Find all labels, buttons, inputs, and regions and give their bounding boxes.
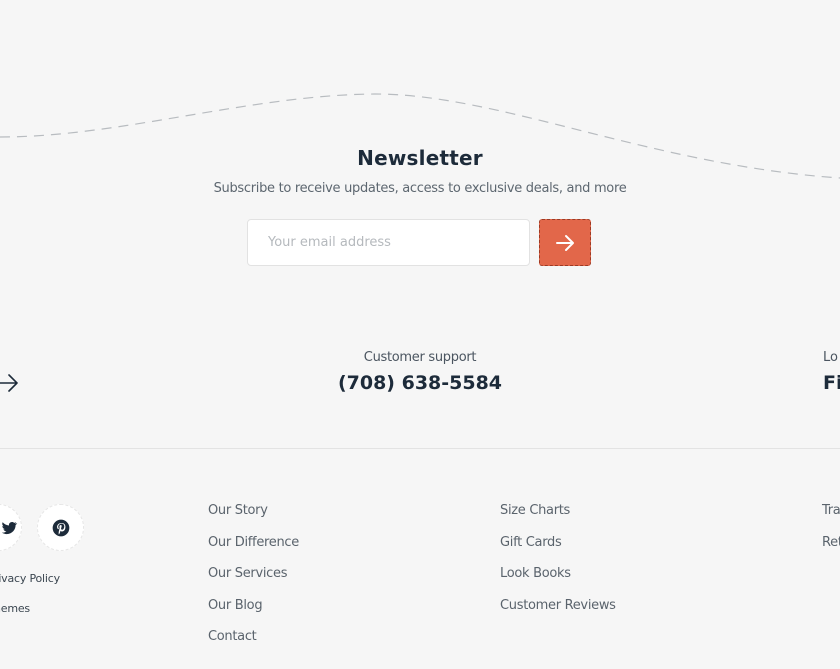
newsletter-subtitle: Subscribe to receive updates, access to … [213,181,627,196]
email-input[interactable] [247,219,530,266]
twitter-icon [1,521,17,534]
pinterest-icon [52,519,69,536]
footer-link-our-services[interactable]: Our Services [208,566,299,598]
footer-link-our-difference[interactable]: Our Difference [208,535,299,567]
arrow-right-icon [556,234,574,251]
footer-link-customer-reviews[interactable]: Customer Reviews [500,598,616,630]
footer-link-tra[interactable]: Tra [822,503,840,535]
footer-link-contact[interactable]: Contact [208,629,299,661]
footer-link-look-books[interactable]: Look Books [500,566,616,598]
decorative-wave [0,93,840,179]
newsletter-title: Newsletter [357,146,483,170]
customer-support-phone[interactable]: (708) 638-5584 [0,372,840,394]
footer-link-ret[interactable]: Ret [822,535,840,567]
twitter-button[interactable] [0,504,22,551]
footer-link-our-story[interactable]: Our Story [208,503,299,535]
footer-divider [0,448,840,449]
location-value: Fi [823,372,840,394]
footer-column-shop: Size Charts Gift Cards Look Books Custom… [500,503,616,629]
subscribe-button[interactable] [539,219,591,266]
footer-page: Newsletter Subscribe to receive updates,… [0,0,840,669]
footer-link-size-charts[interactable]: Size Charts [500,503,616,535]
footer-column-help: Tra Ret [822,503,840,566]
location-label: Lo [823,350,838,365]
privacy-policy-link[interactable]: rivacy Policy [0,572,60,585]
footer-column-company: Our Story Our Difference Our Services Ou… [208,503,299,661]
pinterest-button[interactable] [37,504,84,551]
customer-support-label: Customer support [363,350,477,365]
themes-link[interactable]: hemes [0,602,30,615]
footer-link-our-blog[interactable]: Our Blog [208,598,299,630]
footer-link-gift-cards[interactable]: Gift Cards [500,535,616,567]
